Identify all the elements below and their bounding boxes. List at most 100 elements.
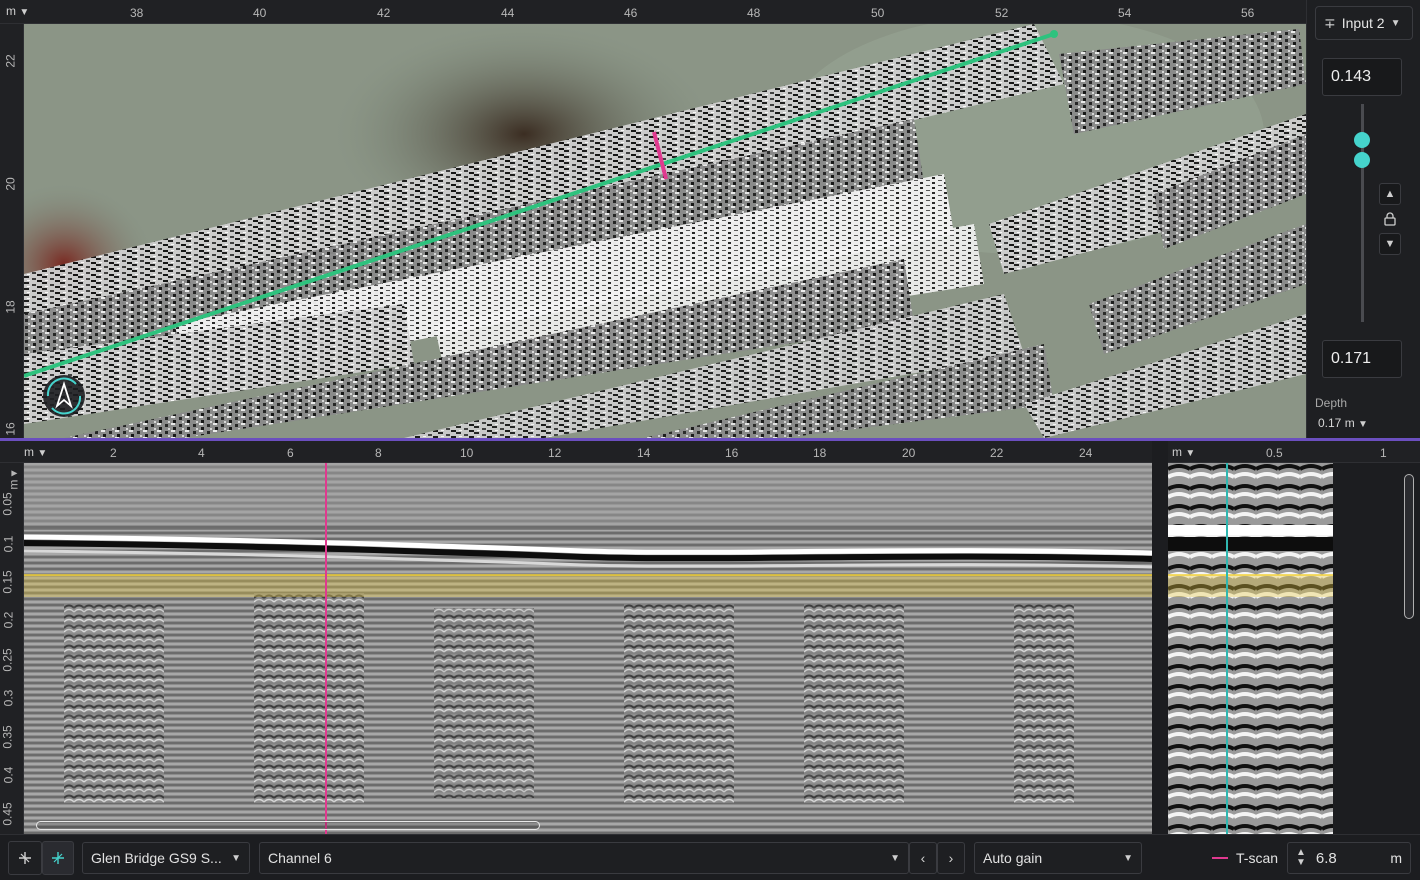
project-select-label: Glen Bridge GS9 S...: [91, 850, 222, 866]
tscan-x-ruler: m ▼ 0.5 1: [1168, 441, 1420, 463]
bscan-x-tick: 4: [198, 446, 205, 460]
chevron-down-icon: ▼: [1358, 419, 1368, 430]
depth-panel: ∓ Input 2 ▼ 0.143 ▲ ▼ 0.171 Depth 0.17 m…: [1306, 0, 1420, 440]
project-select[interactable]: Glen Bridge GS9 S... ▼: [82, 842, 250, 874]
chevron-down-icon: ▼: [1185, 448, 1196, 459]
position-field[interactable]: ▲ ▼ 6.8 m: [1287, 842, 1411, 874]
tscan-x-tick: 1: [1380, 446, 1387, 460]
input-select-label: Input 2: [1341, 15, 1385, 31]
map-x-tick: 50: [871, 6, 885, 20]
map-view[interactable]: [24, 24, 1306, 438]
bscan-x-tick: 12: [548, 446, 562, 460]
depth-select[interactable]: 0.17 m ▼: [1318, 416, 1368, 430]
map-unit-label: m: [6, 4, 16, 18]
chevron-down-icon: ▼: [37, 448, 48, 459]
bscan-unit-label: m: [24, 445, 34, 459]
bscan-x-ruler: m ▼ 2 4 6 8 10 12 14 16 18 20 22 24: [0, 441, 1152, 463]
map-x-tick: 56: [1241, 6, 1255, 20]
map-x-tick: 54: [1118, 6, 1132, 20]
chevron-down-icon: ▼: [1390, 17, 1401, 29]
map-y-tick: 22: [3, 54, 18, 68]
bscan-x-tick: 20: [902, 446, 916, 460]
map-x-ruler: m ▼ 38 40 42 44 46 48 50 52 54 56: [0, 0, 1306, 24]
bscan-y-tick: 0.35: [0, 725, 15, 749]
tscan-unit-select[interactable]: m ▼: [1172, 445, 1195, 459]
bscan-y-unit[interactable]: m ▾: [7, 470, 21, 489]
depth-value: 0.17 m: [1318, 416, 1355, 430]
bscan-y-tick: 0.2: [1, 611, 16, 629]
bscan-x-tick: 24: [1079, 446, 1093, 460]
tscan-label: T-scan: [1236, 850, 1279, 866]
bscan-radargram[interactable]: [24, 463, 1152, 834]
map-x-tick: 38: [130, 6, 144, 20]
map-y-ruler: 22 20 18 16: [0, 24, 24, 438]
bscan-y-unit-label: m: [6, 479, 21, 490]
tscan-x-tick: 0.5: [1266, 446, 1283, 460]
map-y-tick: 16: [3, 422, 18, 436]
bscan-y-tick: 0.1: [1, 535, 16, 553]
bottom-toolbar: Glen Bridge GS9 S... ▼ Channel 6 ▼ ‹ › A…: [0, 834, 1420, 880]
map-x-tick: 46: [624, 6, 638, 20]
map-y-tick: 20: [3, 177, 18, 191]
map-y-tick: 18: [3, 300, 18, 314]
input-icon: ∓: [1324, 14, 1336, 31]
bscan-x-tick: 16: [725, 446, 739, 460]
gpr-viewer-app: m ▼ 38 40 42 44 46 48 50 52 54 56 22 20 …: [0, 0, 1420, 880]
chevron-down-icon[interactable]: ▼: [1379, 233, 1401, 255]
chevron-up-icon[interactable]: ▲: [1379, 183, 1401, 205]
map-x-tick: 44: [501, 6, 515, 20]
panel-gap: [1152, 441, 1168, 834]
channel-select[interactable]: Channel 6 ▼: [259, 842, 909, 874]
bscan-x-tick: 18: [813, 446, 827, 460]
map-x-tick: 48: [747, 6, 761, 20]
bscan-y-tick: 0.15: [0, 570, 15, 594]
chevron-down-icon: ▼: [19, 7, 30, 18]
bscan-x-tick: 22: [990, 446, 1004, 460]
bscan-y-ruler: m ▾ 0.05 0.1 0.15 0.2 0.25 0.3 0.35 0.4 …: [0, 463, 24, 834]
bscan-y-tick: 0.45: [0, 802, 15, 826]
gain-select-label: Auto gain: [983, 850, 1043, 866]
bscan-canvas: [24, 463, 1152, 834]
bscan-y-tick: 0.3: [1, 689, 16, 707]
map-x-tick: 40: [253, 6, 267, 20]
tscan-view[interactable]: [1168, 463, 1333, 834]
map-canvas: [24, 24, 1306, 438]
chevron-down-icon: ▼: [231, 852, 241, 864]
bscan-x-tick: 14: [637, 446, 651, 460]
chevron-down-icon: ▼: [890, 852, 900, 864]
bscan-x-tick: 2: [110, 446, 117, 460]
tscan-unit-label: m: [1172, 445, 1182, 459]
depth-slider-lower-knob[interactable]: [1354, 152, 1370, 168]
depth-slice-band[interactable]: [24, 575, 1152, 597]
channel-select-label: Channel 6: [268, 850, 332, 866]
bscan-x-tick: 10: [460, 446, 474, 460]
position-unit: m: [1390, 850, 1402, 866]
tscan-canvas: [1168, 463, 1333, 834]
map-x-tick: 42: [377, 6, 391, 20]
bscan-y-tick: 0.05: [0, 492, 15, 516]
chevron-down-icon: ▼: [1123, 852, 1133, 864]
bscan-horizontal-scrollbar[interactable]: [36, 821, 540, 830]
cursor-tool-icon[interactable]: [8, 841, 42, 875]
bscan-x-tick: 6: [287, 446, 294, 460]
depth-slider-upper-knob[interactable]: [1354, 132, 1370, 148]
upper-depth-field[interactable]: 0.143: [1322, 58, 1402, 96]
position-value: 6.8: [1315, 849, 1337, 867]
bscan-y-tick: 0.25: [0, 648, 15, 672]
stepper-icon[interactable]: ▲ ▼: [1296, 848, 1306, 868]
bscan-unit-select[interactable]: m ▼: [24, 445, 47, 459]
lower-depth-field[interactable]: 0.171: [1322, 340, 1402, 378]
depth-label: Depth: [1315, 396, 1348, 410]
pan-tool-icon[interactable]: [42, 841, 74, 875]
compass-icon[interactable]: [43, 375, 85, 417]
chevron-right-icon[interactable]: ›: [937, 842, 965, 874]
tscan-vertical-scrollbar[interactable]: [1404, 474, 1414, 619]
chevron-left-icon[interactable]: ‹: [909, 842, 937, 874]
tscan-legend-swatch: [1212, 857, 1228, 859]
gain-select[interactable]: Auto gain ▼: [974, 842, 1142, 874]
lock-icon[interactable]: [1379, 208, 1401, 230]
bscan-y-tick: 0.4: [1, 766, 16, 784]
map-x-tick: 52: [995, 6, 1009, 20]
input-select[interactable]: ∓ Input 2 ▼: [1315, 6, 1413, 40]
map-unit-select[interactable]: m ▼: [6, 4, 29, 18]
